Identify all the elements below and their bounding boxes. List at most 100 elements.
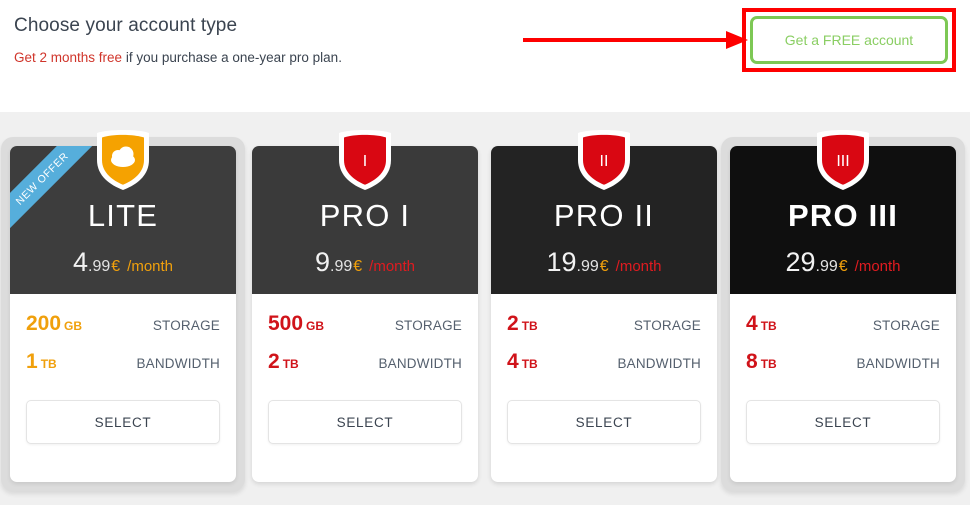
- price-period: /month: [854, 258, 901, 275]
- price-decimal: .99: [576, 258, 599, 275]
- bandwidth-label: BANDWIDTH: [856, 356, 940, 371]
- storage-number: 2: [507, 312, 519, 335]
- bandwidth-number: 1: [26, 350, 38, 373]
- plan-price: 29.99€ /month: [730, 247, 956, 278]
- card-body: PRO I 9.99€ /month 500 GB STORAGE 2 TB BANDWIDTH…: [252, 146, 478, 482]
- plan-name: PRO II: [553, 198, 655, 233]
- plan-specs: 200 GB STORAGE 1 TB BANDWIDTH: [10, 294, 236, 374]
- bandwidth-number: 8: [746, 350, 758, 373]
- storage-unit: GB: [64, 319, 83, 333]
- spec-row-bandwidth: 2 TB BANDWIDTH: [252, 350, 478, 374]
- plan-name: PRO III: [787, 198, 899, 233]
- bandwidth-unit: TB: [760, 357, 777, 371]
- storage-value: 500 GB: [268, 312, 324, 336]
- select-plan-label: SELECT: [336, 414, 394, 430]
- plan-name: LITE: [87, 198, 159, 233]
- select-plan-label: SELECT: [814, 414, 872, 430]
- card-body: PRO II 19.99€/month 2 TB STORAGE 4 TB BANDWIDTH…: [491, 146, 717, 482]
- price-integer: 9: [314, 247, 330, 277]
- spec-row-storage: 500 GB STORAGE: [252, 312, 478, 336]
- spec-row-bandwidth: 1 TB BANDWIDTH: [10, 350, 236, 374]
- select-plan-button[interactable]: SELECT: [26, 400, 220, 444]
- plan-price: 4.99€ /month: [10, 247, 236, 278]
- plan-name: PRO I: [319, 198, 411, 233]
- storage-label: STORAGE: [633, 318, 701, 333]
- price-integer: 19: [546, 247, 577, 277]
- pricing-page: Choose your account type Get 2 months fr…: [0, 0, 970, 505]
- spec-row-bandwidth: 8 TB BANDWIDTH: [730, 350, 956, 374]
- price-decimal: .99: [815, 258, 838, 275]
- storage-label: STORAGE: [872, 318, 940, 333]
- spec-row-bandwidth: 4 TB BANDWIDTH: [491, 350, 717, 374]
- price-decimal: .99: [88, 258, 111, 275]
- storage-unit: TB: [760, 319, 777, 333]
- bandwidth-value: 1 TB: [26, 350, 57, 374]
- pricing-card-pro-iii: III PRO III 29.99€/month 4 TB STORAGE 8 TB BANDW…: [721, 130, 965, 491]
- plan-specs: 500 GB STORAGE 2 TB BANDWIDTH: [252, 294, 478, 374]
- promo-subline: Get 2 months free if you purchase a one-…: [14, 50, 342, 65]
- bandwidth-label: BANDWIDTH: [617, 356, 701, 371]
- plan-badge-icon: III: [817, 130, 869, 190]
- storage-number: 500: [268, 312, 304, 335]
- pricing-card-pro-ii: II PRO II 19.99€/month 2 TB STORAGE 4 TB BANDWID…: [491, 130, 717, 482]
- select-plan-button[interactable]: SELECT: [268, 400, 462, 444]
- price-integer: 29: [785, 247, 816, 277]
- select-plan-label: SELECT: [94, 414, 152, 430]
- storage-label: STORAGE: [394, 318, 462, 333]
- page-title: Choose your account type: [14, 15, 238, 36]
- pricing-card-list: NEW OFFER LITE 4.99€/month 200 GB STORAGE 1 TB B…: [0, 112, 970, 505]
- price-currency: €: [111, 258, 121, 275]
- storage-number: 4: [746, 312, 758, 335]
- plan-specs: 4 TB STORAGE 8 TB BANDWIDTH: [730, 294, 956, 374]
- plan-price: 9.99€ /month: [252, 247, 478, 278]
- bandwidth-value: 2 TB: [268, 350, 299, 374]
- bandwidth-label: BANDWIDTH: [378, 356, 462, 371]
- select-plan-button[interactable]: SELECT: [507, 400, 701, 444]
- pricing-card-lite: NEW OFFER LITE 4.99€/month 200 GB STORAGE 1 TB B…: [1, 130, 245, 491]
- spec-row-storage: 200 GB STORAGE: [10, 312, 236, 336]
- price-period: /month: [615, 258, 662, 275]
- svg-text:II: II: [600, 153, 609, 170]
- storage-value: 200 GB: [26, 312, 82, 336]
- spec-row-storage: 2 TB STORAGE: [491, 312, 717, 336]
- bandwidth-value: 4 TB: [507, 350, 538, 374]
- plan-price: 19.99€ /month: [491, 247, 717, 278]
- bandwidth-value: 8 TB: [746, 350, 777, 374]
- plan-badge-icon: I: [339, 130, 391, 190]
- spec-row-storage: 4 TB STORAGE: [730, 312, 956, 336]
- price-integer: 4: [72, 247, 88, 277]
- svg-text:I: I: [363, 153, 367, 170]
- plan-specs: 2 TB STORAGE 4 TB BANDWIDTH: [491, 294, 717, 374]
- pricing-card-pro-i: I PRO I 9.99€ /month 500 GB STORAGE 2 TB BANDWIDT…: [252, 130, 478, 482]
- bandwidth-label: BANDWIDTH: [136, 356, 220, 371]
- page-header: Choose your account type Get 2 months fr…: [0, 0, 970, 112]
- card-body: PRO III 29.99€/month 4 TB STORAGE 8 TB BANDWIDT…: [730, 146, 956, 482]
- storage-unit: GB: [306, 319, 325, 333]
- get-free-account-label: Get a FREE account: [784, 32, 914, 48]
- price-currency: €: [838, 258, 848, 275]
- bandwidth-number: 2: [268, 350, 280, 373]
- bandwidth-number: 4: [507, 350, 519, 373]
- price-currency: €: [599, 258, 609, 275]
- storage-label: STORAGE: [152, 318, 220, 333]
- plan-badge-icon: [97, 130, 149, 190]
- select-plan-label: SELECT: [575, 414, 633, 430]
- price-currency: €: [353, 258, 363, 275]
- price-decimal: .99: [330, 258, 353, 275]
- storage-value: 2 TB: [507, 312, 538, 336]
- promo-highlight: Get 2 months free: [14, 50, 123, 65]
- select-plan-button[interactable]: SELECT: [746, 400, 940, 444]
- plan-badge-icon: II: [578, 130, 630, 190]
- bandwidth-unit: TB: [521, 357, 538, 371]
- storage-value: 4 TB: [746, 312, 777, 336]
- storage-unit: TB: [521, 319, 538, 333]
- svg-text:III: III: [836, 153, 849, 170]
- bandwidth-unit: TB: [40, 357, 57, 371]
- promo-rest: if you purchase a one-year pro plan.: [122, 50, 342, 65]
- storage-number: 200: [26, 312, 62, 335]
- get-free-account-button[interactable]: Get a FREE account: [750, 16, 948, 64]
- bandwidth-unit: TB: [282, 357, 299, 371]
- card-body: NEW OFFER LITE 4.99€/month 200 GB STORAGE 1 TB B…: [10, 146, 236, 482]
- price-period: /month: [369, 258, 416, 275]
- price-period: /month: [127, 258, 174, 275]
